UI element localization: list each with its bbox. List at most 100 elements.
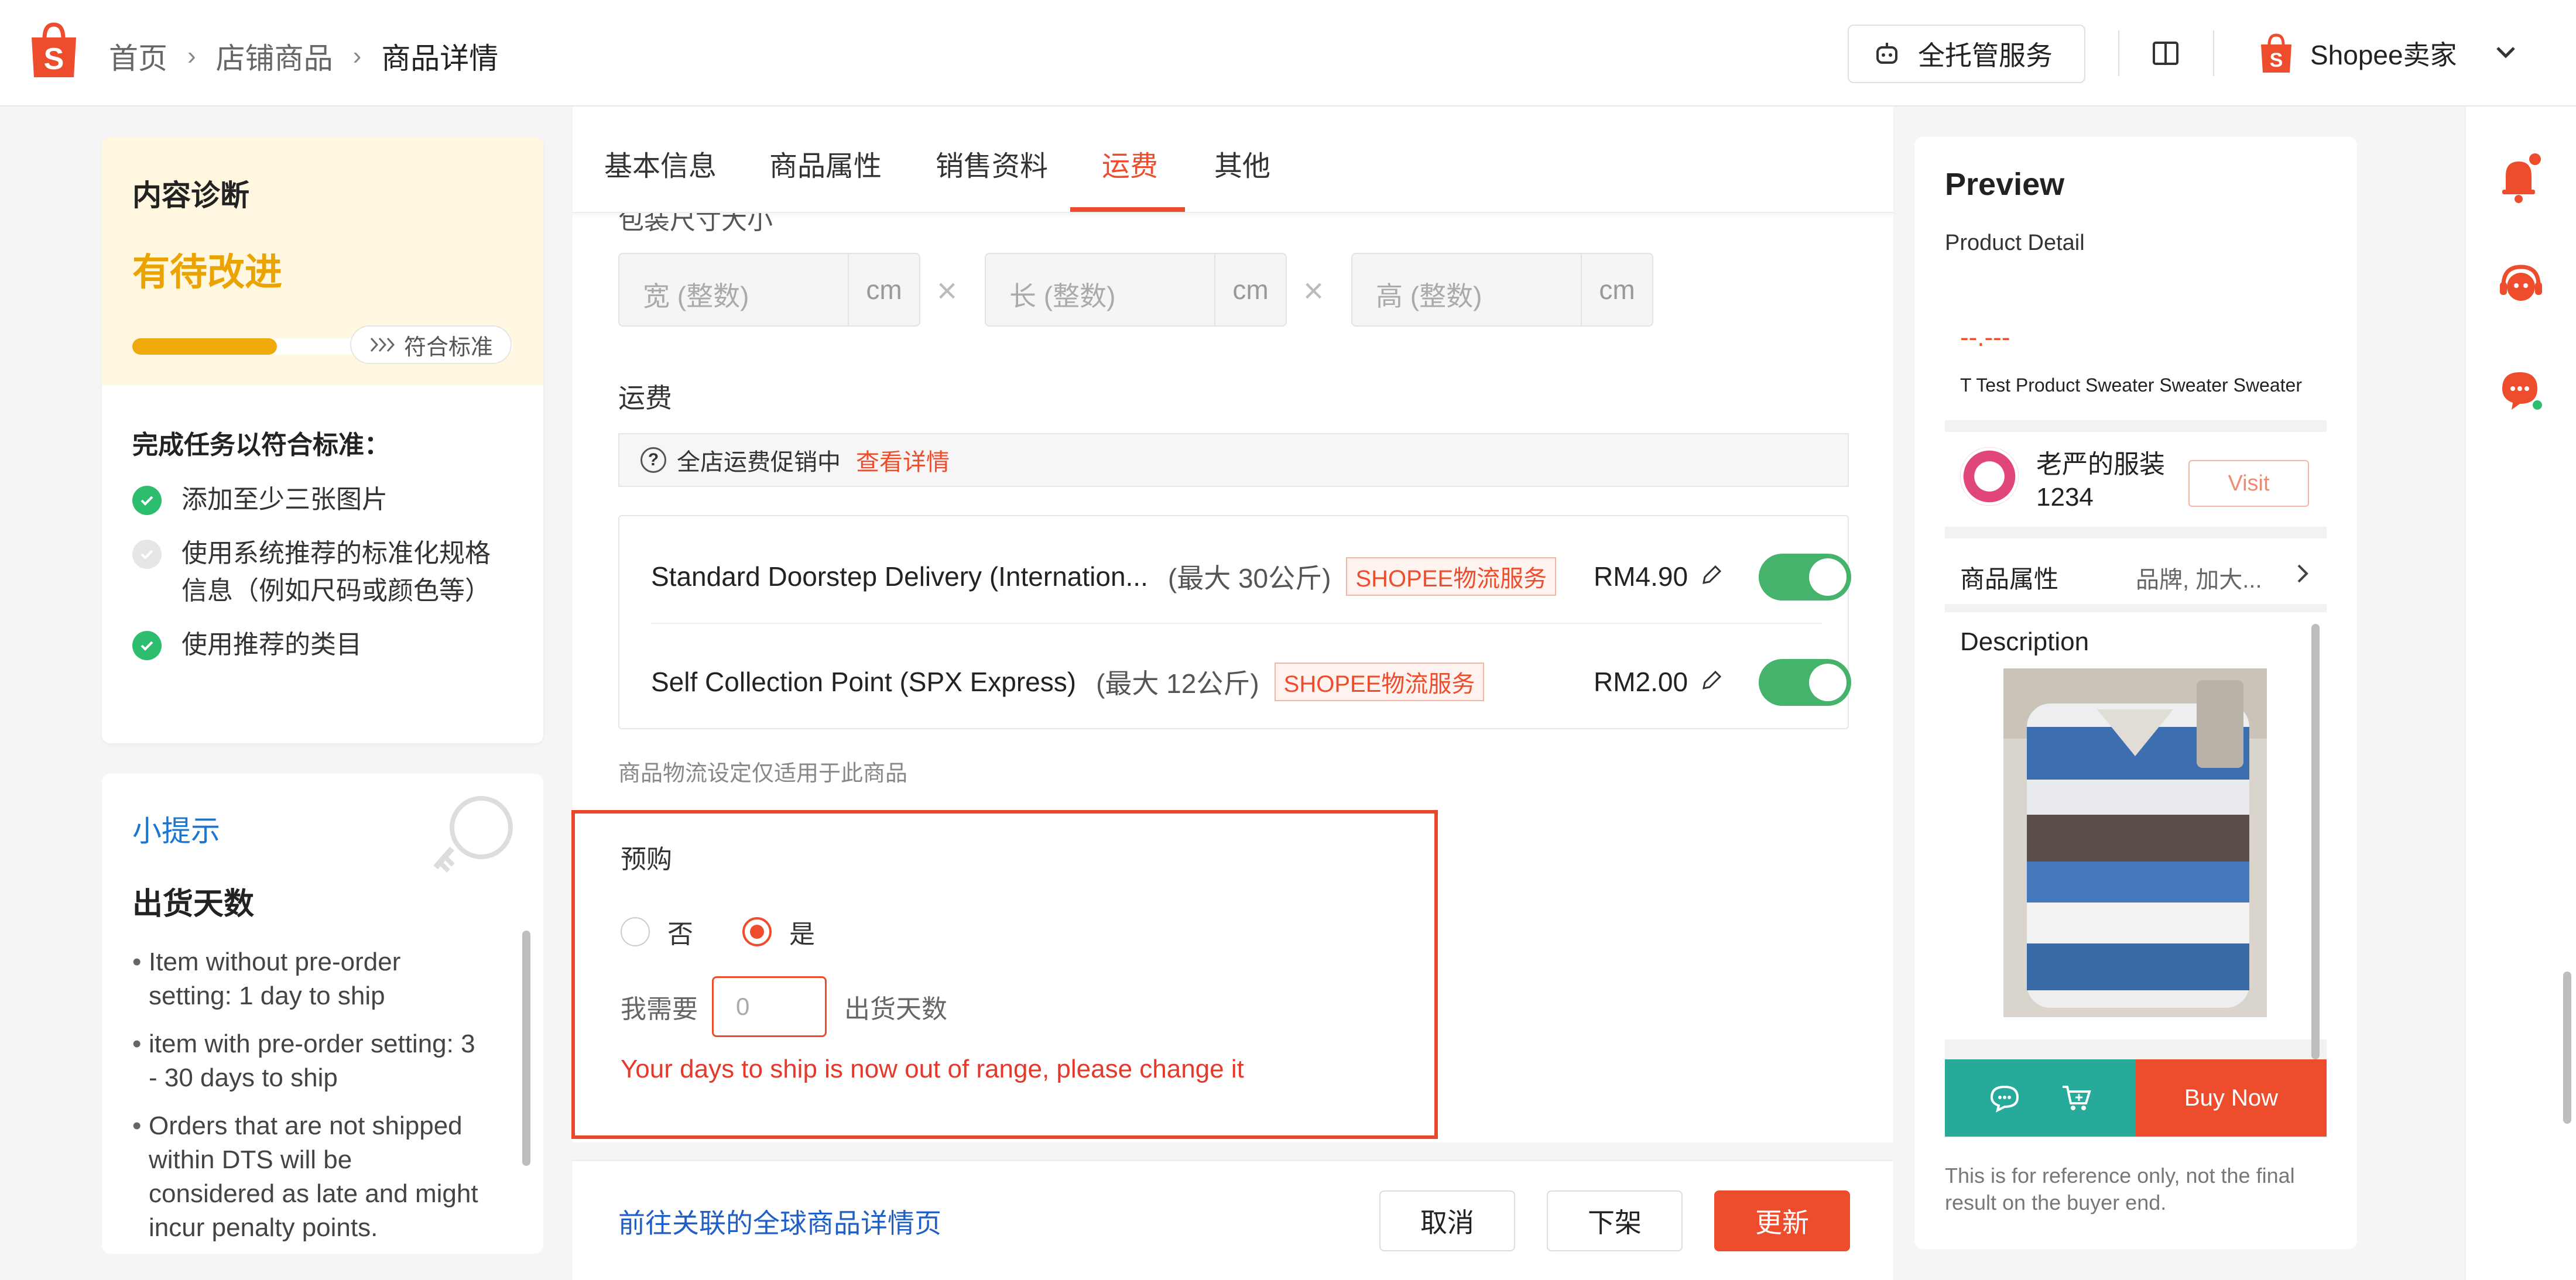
tips-list: Item without pre-order setting: 1 day to…: [132, 945, 513, 1245]
attributes-value: 品牌, 加大...: [2136, 567, 2262, 593]
shipping-note: 商品物流设定仅适用于此商品: [618, 761, 908, 786]
breadcrumb-separator-icon: ›: [352, 42, 362, 70]
days-error-message: Your days to ship is now out of range, p…: [621, 1055, 1244, 1083]
chevron-down-icon[interactable]: [2493, 42, 2519, 63]
promo-details-link[interactable]: 查看详情: [856, 443, 950, 477]
tab-shipping[interactable]: 运费: [1102, 143, 1158, 184]
chat-bubble-icon[interactable]: [1988, 1083, 2021, 1113]
shipping-option-row: Standard Doorstep Delivery (Internation.…: [651, 538, 1851, 615]
preorder-yes-label[interactable]: 是: [789, 913, 815, 950]
customer-service-icon[interactable]: [2496, 260, 2546, 309]
breadcrumb-home[interactable]: 首页: [109, 35, 167, 77]
preorder-title: 预购: [621, 845, 672, 874]
task-item: 使用推荐的类目: [132, 626, 513, 664]
notification-bell-icon[interactable]: [2496, 152, 2543, 205]
global-product-link[interactable]: 前往关联的全球商品详情页: [618, 1202, 941, 1241]
managed-service-button[interactable]: 全托管服务: [1848, 25, 2085, 83]
multiply-icon: ×: [937, 271, 958, 310]
visit-shop-button[interactable]: Visit: [2188, 460, 2309, 507]
preview-subtitle: Product Detail: [1945, 231, 2085, 255]
book-icon[interactable]: [2152, 41, 2179, 66]
shopee-logistics-badge: SHOPEE物流服务: [1274, 663, 1485, 701]
tips-card: 小提示 出货天数 Item without pre-order setting:…: [102, 774, 543, 1254]
shipping-option-price: RM4.90: [1594, 561, 1688, 592]
breadcrumb-products[interactable]: 店铺商品: [216, 35, 333, 77]
divider: [2118, 30, 2119, 76]
add-to-cart-icon[interactable]: [2060, 1083, 2093, 1113]
edit-pencil-icon[interactable]: [1699, 563, 1724, 588]
page-scrollbar[interactable]: [2563, 972, 2571, 1124]
robot-icon: [1876, 43, 1897, 64]
section-tabs: 基本信息 商品属性 销售资料 运费 其他: [573, 107, 1893, 213]
days-to-ship-input[interactable]: 0: [712, 976, 827, 1037]
task-text: 使用系统推荐的标准化规格信息（例如尺码或颜色等）: [181, 539, 491, 605]
diagnosis-summary: 内容诊断 有待改进 符合标准: [102, 137, 543, 385]
package-length-input[interactable]: 长 (整数) cm: [985, 253, 1287, 327]
preorder-no-label[interactable]: 否: [667, 913, 693, 950]
check-circle-icon: [132, 486, 162, 515]
product-sweater-image: [2003, 668, 2267, 1017]
shipping-option-row: Self Collection Point (SPX Express) (最大 …: [651, 644, 1851, 720]
preview-attributes-row[interactable]: 商品属性 品牌, 加大...: [1945, 538, 2327, 604]
length-placeholder: 长 (整数): [1009, 281, 1116, 311]
breadcrumb-current: 商品详情: [381, 42, 499, 75]
preview-description: Description: [1945, 612, 2327, 1039]
width-unit: cm: [848, 254, 919, 325]
chat-icon[interactable]: [2496, 368, 2546, 414]
shipping-option-toggle[interactable]: [1759, 554, 1851, 600]
tip-item: item with pre-order setting: 3 - 30 days…: [132, 1027, 484, 1095]
preorder-no-radio[interactable]: [621, 917, 650, 946]
tab-sales-info[interactable]: 销售资料: [936, 143, 1048, 184]
preview-shop-card: 老严的服装1234 Visit: [1945, 432, 2327, 527]
seller-account-menu[interactable]: S Shopee卖家: [2259, 33, 2457, 74]
check-circle-pending-icon: [132, 540, 162, 569]
svg-text:S: S: [2270, 49, 2283, 71]
preorder-yes-radio[interactable]: [742, 917, 772, 946]
length-unit: cm: [1214, 254, 1286, 325]
seller-label: Shopee卖家: [2310, 40, 2457, 70]
diagnosis-status: 有待改进: [132, 251, 282, 293]
task-text: 使用推荐的类目: [181, 630, 362, 659]
tips-scrollbar[interactable]: [522, 931, 530, 1166]
shipping-option-toggle[interactable]: [1759, 659, 1851, 706]
preview-teal-actions: [1945, 1059, 2136, 1137]
task-item: 使用系统推荐的标准化规格信息（例如尺码或颜色等）: [132, 535, 513, 610]
content-diagnosis-card: 内容诊断 有待改进 符合标准 完成任务以符合标准： 添加至少三张图片 使用系统推…: [102, 137, 543, 743]
preview-phone-frame: --.--- T Test Product Sweater Sweater Sw…: [1945, 287, 2327, 1138]
progress-fill: [132, 338, 277, 355]
lightbulb-icon: [433, 796, 513, 873]
chevron-right-icon: [2297, 564, 2308, 583]
tab-others[interactable]: 其他: [1214, 143, 1270, 184]
tab-attributes[interactable]: 商品属性: [769, 143, 882, 184]
active-tab-indicator: [1070, 207, 1185, 212]
tip-item: Orders that are not shipped within DTS w…: [132, 1109, 484, 1245]
edit-pencil-icon[interactable]: [1699, 668, 1724, 693]
delist-button[interactable]: 下架: [1547, 1190, 1683, 1251]
shipping-option-price: RM2.00: [1594, 667, 1688, 697]
triple-chevron-icon: [370, 337, 395, 352]
package-height-input[interactable]: 高 (整数) cm: [1351, 253, 1653, 327]
preview-action-bar: Buy Now: [1945, 1059, 2327, 1137]
question-circle-icon: ?: [640, 447, 666, 473]
shipping-promo-banner: ? 全店运费促销中 查看详情: [618, 433, 1849, 487]
attributes-label: 商品属性: [1960, 565, 2059, 593]
height-placeholder: 高 (整数): [1376, 281, 1482, 311]
shipping-option-name: Standard Doorstep Delivery (Internation.…: [651, 561, 1148, 592]
shopee-logo-icon[interactable]: S: [28, 21, 80, 80]
tab-basic-info[interactable]: 基本信息: [604, 143, 717, 184]
breadcrumb: 首页 › 店铺商品 › 商品详情: [109, 35, 498, 77]
divider: [2213, 30, 2214, 76]
preview-disclaimer: This is for reference only, not the fina…: [1945, 1164, 2295, 1214]
buy-now-button[interactable]: Buy Now: [2136, 1059, 2327, 1137]
cancel-button[interactable]: 取消: [1379, 1190, 1515, 1251]
top-bar: S 首页 › 店铺商品 › 商品详情 全托管服务 S Shopee卖家: [0, 0, 2576, 107]
height-unit: cm: [1581, 254, 1652, 325]
description-title: Description: [1960, 627, 2089, 656]
task-item: 添加至少三张图片: [132, 481, 513, 519]
preview-scrollbar[interactable]: [2311, 624, 2320, 1059]
tasks-subtitle: 完成任务以符合标准：: [132, 431, 390, 459]
package-width-input[interactable]: 宽 (整数) cm: [618, 253, 920, 327]
update-button[interactable]: 更新: [1714, 1190, 1850, 1251]
form-footer: 前往关联的全球商品详情页 取消 下架 更新: [573, 1160, 1893, 1280]
right-tool-column: [2465, 107, 2576, 1280]
